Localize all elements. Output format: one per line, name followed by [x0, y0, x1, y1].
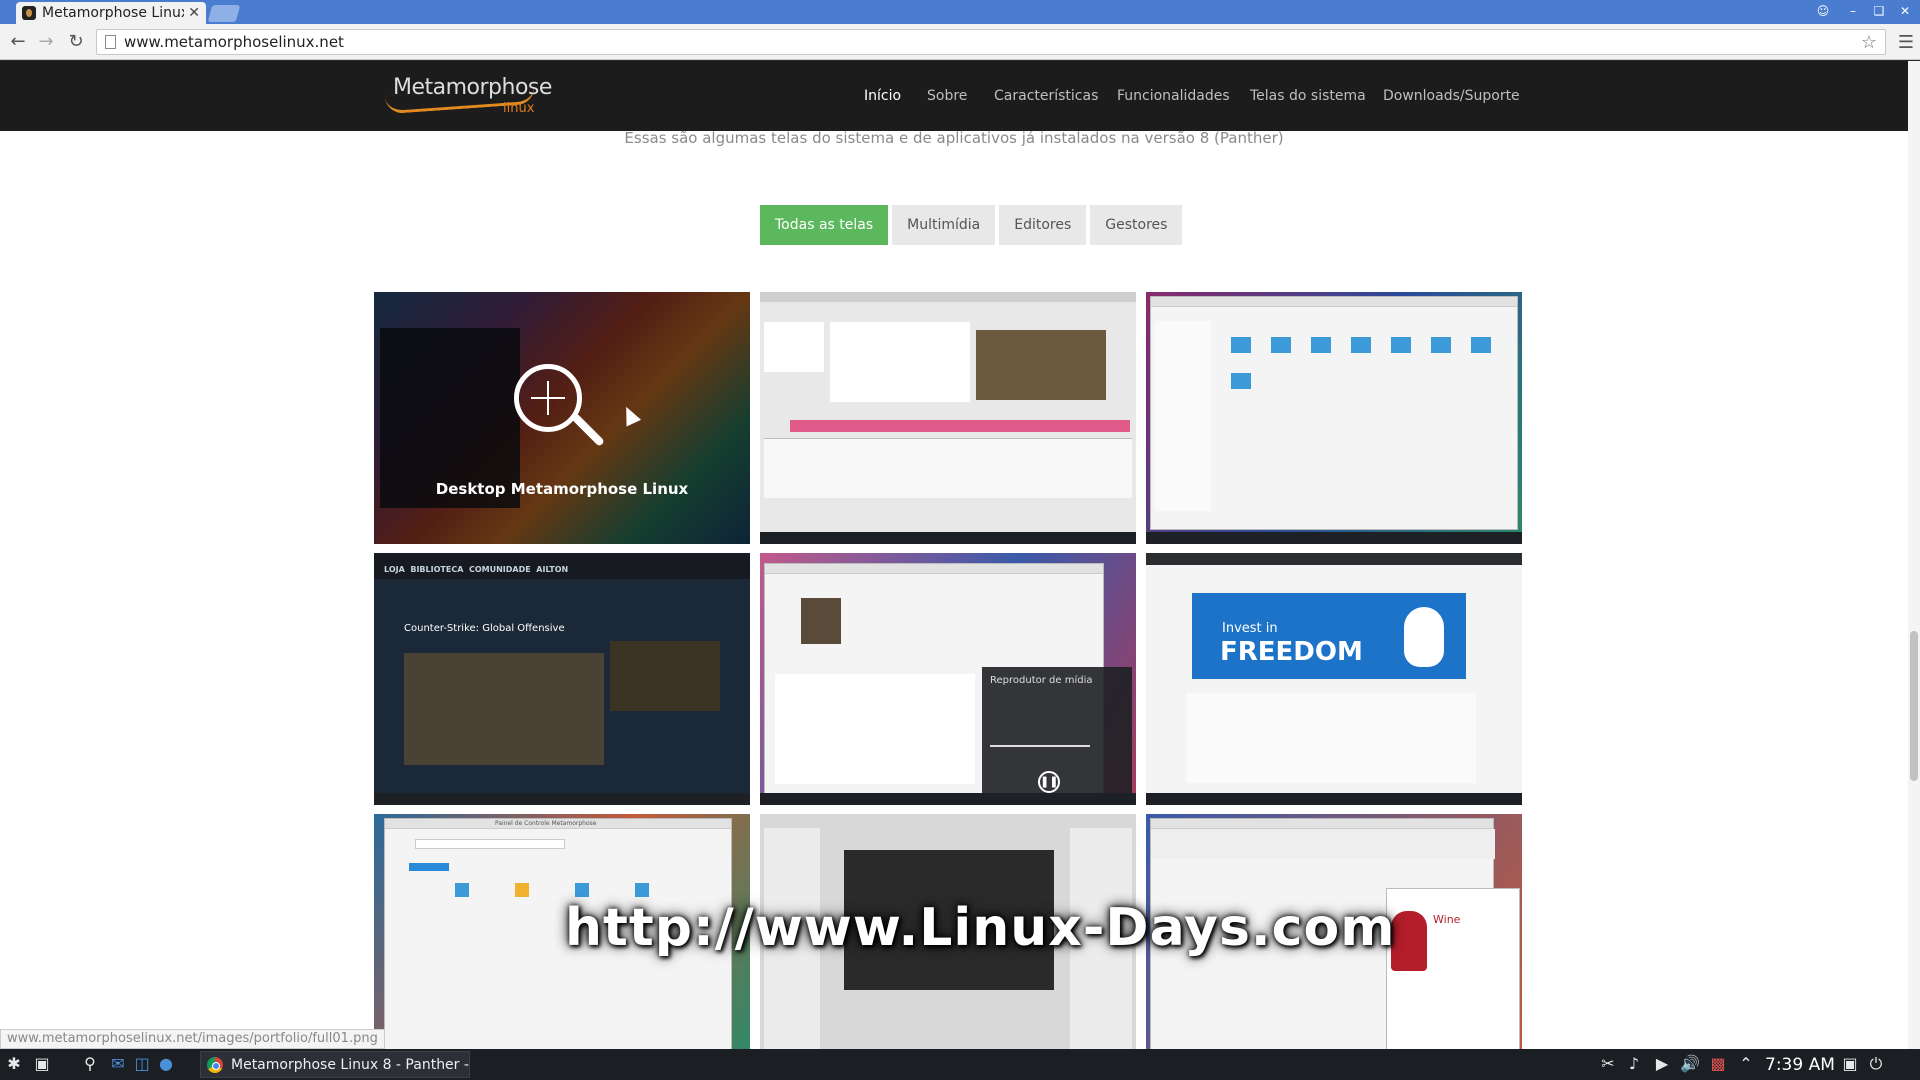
browser-menu-icon[interactable]: ☰	[1898, 32, 1914, 53]
dolphin-window	[1150, 296, 1518, 530]
close-icon[interactable]: ✕	[1894, 3, 1916, 20]
music-icon[interactable]: ♪	[1624, 1054, 1644, 1074]
browser-toolbar: ← → ↻ www.metamorphoselinux.net ☆ ☰	[0, 24, 1920, 60]
chrome-icon	[207, 1056, 223, 1073]
network-icon[interactable]: ▩	[1708, 1054, 1728, 1074]
album-art	[801, 598, 841, 644]
status-link: www.metamorphoselinux.net/images/portfol…	[0, 1029, 385, 1049]
address-bar[interactable]: www.metamorphoselinux.net ☆	[96, 29, 1886, 55]
gallery-item-discover[interactable]: Invest in FREEDOM	[1146, 553, 1522, 805]
taskbar-chrome-task[interactable]: Metamorphose Linux 8 - Panther - Goo	[200, 1051, 470, 1078]
filter-gestores[interactable]: Gestores	[1090, 205, 1183, 245]
wine-dialog: Wine	[1386, 888, 1520, 1049]
forward-icon[interactable]: →	[34, 30, 58, 54]
game-title: Counter-Strike: Global Offensive	[404, 623, 565, 634]
show-desktop-icon[interactable]: ▣	[32, 1054, 52, 1074]
logo-sub: linux	[503, 101, 535, 116]
gallery-item-steam[interactable]: LOJA BIBLIOTECA COMUNIDADE AILTON Counte…	[374, 553, 750, 805]
site-favicon-icon	[22, 6, 36, 20]
volume-icon[interactable]: 🔊	[1680, 1054, 1700, 1074]
filter-bar: Todas as telas Multimídia Editores Gesto…	[760, 205, 1186, 245]
files-icon[interactable]: ◫	[132, 1054, 152, 1074]
section-intro: Essas são algumas telas do sistema e de …	[624, 129, 1284, 147]
lyrics-panel	[775, 674, 975, 784]
nav-telas-do-sistema[interactable]: Telas do sistema	[1250, 88, 1366, 104]
filter-multimidia[interactable]: Multimídia	[892, 205, 996, 245]
site-logo[interactable]: Metamorphose linux	[384, 71, 555, 123]
gallery-item-file-manager[interactable]	[1146, 292, 1522, 544]
tab-close-icon[interactable]: ✕	[188, 5, 200, 21]
screen-icon[interactable]: ▣	[1840, 1054, 1860, 1074]
scrollbar-thumb[interactable]	[1910, 631, 1918, 781]
browser-tab[interactable]: Metamorphose Linux ✕	[16, 2, 206, 24]
nav-caracteristicas[interactable]: Características	[994, 88, 1098, 104]
taskbar-clock[interactable]: 7:39 AM	[1765, 1055, 1835, 1075]
nav-inicio[interactable]: Início	[864, 88, 901, 104]
tab-title: Metamorphose Linux	[42, 5, 185, 21]
site-navbar: Metamorphose linux Início Sobre Caracter…	[0, 61, 1908, 131]
game-screenshot	[404, 653, 604, 765]
minimize-icon[interactable]: –	[1842, 3, 1864, 20]
video-preview	[976, 330, 1106, 400]
page-content: Metamorphose linux Início Sobre Caracter…	[0, 61, 1908, 1049]
address-bar-url: www.metamorphoselinux.net	[124, 33, 344, 51]
bookmark-star-icon[interactable]: ☆	[1861, 32, 1877, 53]
app-icon[interactable]: ●	[156, 1054, 176, 1074]
person-icon[interactable]: ☺	[1812, 3, 1834, 20]
gallery-item-desktop[interactable]: Desktop Metamorphose Linux	[374, 292, 750, 544]
steam-nav: LOJA BIBLIOTECA COMUNIDADE AILTON	[384, 565, 569, 574]
browser-tab-bar: Metamorphose Linux ✕ ☺ – ❑ ✕	[0, 0, 1920, 24]
kde-menu-icon[interactable]: ✱	[4, 1054, 24, 1074]
filter-todas-as-telas[interactable]: Todas as telas	[760, 205, 889, 245]
watermark-text: http://www.Linux-Days.com	[565, 898, 1396, 958]
nav-sobre[interactable]: Sobre	[927, 88, 967, 104]
scissors-icon[interactable]: ✂	[1598, 1054, 1618, 1074]
media-popup: Reprodutor de mídia ❚❚	[982, 667, 1132, 797]
gallery-item-media-player[interactable]: Reprodutor de mídia ❚❚	[760, 553, 1136, 805]
mail-icon[interactable]: ✉	[108, 1054, 128, 1074]
taskbar-task-title: Metamorphose Linux 8 - Panther - Goo	[231, 1056, 469, 1073]
taskbar-mini	[760, 532, 1136, 544]
gallery-item-video-editor[interactable]	[760, 292, 1136, 544]
reload-icon[interactable]: ↻	[64, 30, 88, 54]
nav-downloads-suporte[interactable]: Downloads/Suporte	[1383, 88, 1520, 104]
titlebar	[760, 292, 1136, 302]
gallery-caption: Desktop Metamorphose Linux	[435, 480, 689, 498]
freedom-banner: Invest in FREEDOM	[1192, 593, 1466, 679]
tray-expand-icon[interactable]: ⌃	[1736, 1054, 1756, 1074]
filter-editores[interactable]: Editores	[999, 205, 1087, 245]
play-icon[interactable]: ▶	[1652, 1054, 1672, 1074]
back-icon[interactable]: ←	[6, 30, 30, 54]
page-icon	[105, 35, 116, 49]
power-icon[interactable]: ⏻	[1866, 1054, 1886, 1074]
search-icon[interactable]: ⚲	[80, 1054, 100, 1074]
page-scrollbar[interactable]	[1908, 61, 1920, 1049]
logo-text: Metamorphose	[393, 75, 552, 100]
nav-funcionalidades[interactable]: Funcionalidades	[1117, 88, 1230, 104]
zoom-magnifier-icon	[514, 364, 605, 464]
category-grid	[1186, 693, 1476, 783]
os-taskbar: ✱ ▣ ⚲ ✉ ◫ ● Metamorphose Linux 8 - Panth…	[0, 1049, 1920, 1080]
new-tab-button[interactable]	[207, 5, 241, 22]
restore-icon[interactable]: ❑	[1868, 3, 1890, 20]
timeline	[764, 438, 1132, 498]
audio-waveform	[790, 420, 1130, 432]
